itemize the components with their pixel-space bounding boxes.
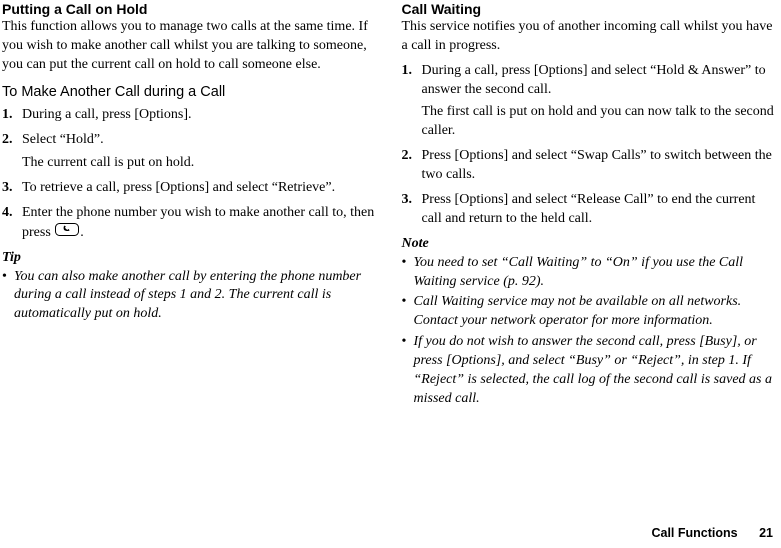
heading-hold: Putting a Call on Hold — [2, 0, 380, 19]
list-item: 1. During a call, press [Options]. — [2, 106, 380, 125]
step-number: 3. — [402, 191, 422, 210]
intro-hold: This function allows you to manage two c… — [2, 18, 380, 75]
step-number: 2. — [2, 131, 22, 150]
note-text: You need to set “Call Waiting” to “On” i… — [414, 254, 780, 292]
list-item: • Call Waiting service may not be availa… — [402, 293, 780, 331]
step-body: Press [Options] and select “Swap Calls” … — [422, 147, 780, 185]
steps-waiting: 1. During a call, press [Options] and se… — [402, 62, 780, 229]
note-label: Note — [402, 235, 780, 254]
step-number: 1. — [402, 62, 422, 81]
list-item: • If you do not wish to answer the secon… — [402, 333, 780, 409]
list-item: • You can also make another call by ente… — [2, 268, 380, 325]
tip-list: • You can also make another call by ente… — [2, 268, 380, 325]
subheading-make-another-call: To Make Another Call during a Call — [2, 83, 380, 103]
step-text: Press [Options] and select “Release Call… — [422, 192, 756, 226]
step-text: Select “Hold”. — [22, 132, 104, 147]
call-key-icon — [55, 223, 79, 243]
tip-text: You can also make another call by enteri… — [14, 268, 380, 325]
steps-hold: 1. During a call, press [Options]. 2. Se… — [2, 106, 380, 243]
page-footer: Call Functions 21 — [651, 525, 773, 542]
tip-label: Tip — [2, 249, 380, 268]
note-text: If you do not wish to answer the second … — [414, 333, 780, 409]
step-body: Enter the phone number you wish to make … — [22, 204, 380, 243]
list-item: 1. During a call, press [Options] and se… — [402, 62, 780, 142]
bullet-icon: • — [402, 254, 414, 273]
bullet-icon: • — [402, 293, 414, 312]
step-number: 1. — [2, 106, 22, 125]
note-text: Call Waiting service may not be availabl… — [414, 293, 780, 331]
list-item: 4. Enter the phone number you wish to ma… — [2, 204, 380, 243]
step-body: Select “Hold”. The current call is put o… — [22, 131, 380, 173]
footer-title: Call Functions — [651, 526, 737, 540]
list-item: 3. Press [Options] and select “Release C… — [402, 191, 780, 229]
list-item: • You need to set “Call Waiting” to “On”… — [402, 254, 780, 292]
list-item: 2. Press [Options] and select “Swap Call… — [402, 147, 780, 185]
list-item: 3. To retrieve a call, press [Options] a… — [2, 179, 380, 198]
page-number: 21 — [759, 526, 773, 540]
step-cont: The current call is put on hold. — [22, 154, 380, 173]
step-text: During a call, press [Options]. — [22, 107, 192, 122]
intro-waiting: This service notifies you of another inc… — [402, 18, 780, 56]
step-number: 2. — [402, 147, 422, 166]
step-body: During a call, press [Options]. — [22, 106, 380, 125]
list-item: 2. Select “Hold”. The current call is pu… — [2, 131, 380, 173]
right-column: Call Waiting This service notifies you o… — [402, 0, 780, 411]
step-text: To retrieve a call, press [Options] and … — [22, 180, 335, 195]
heading-waiting: Call Waiting — [402, 0, 780, 19]
step-text-after: . — [80, 225, 84, 240]
bullet-icon: • — [2, 268, 14, 287]
note-list: • You need to set “Call Waiting” to “On”… — [402, 254, 780, 409]
step-text: During a call, press [Options] and selec… — [422, 63, 766, 97]
step-text: Press [Options] and select “Swap Calls” … — [422, 148, 772, 182]
step-body: Press [Options] and select “Release Call… — [422, 191, 780, 229]
step-number: 3. — [2, 179, 22, 198]
step-body: During a call, press [Options] and selec… — [422, 62, 780, 142]
left-column: Putting a Call on Hold This function all… — [2, 0, 380, 411]
step-cont: The first call is put on hold and you ca… — [422, 103, 780, 141]
step-body: To retrieve a call, press [Options] and … — [22, 179, 380, 198]
step-number: 4. — [2, 204, 22, 223]
bullet-icon: • — [402, 333, 414, 352]
